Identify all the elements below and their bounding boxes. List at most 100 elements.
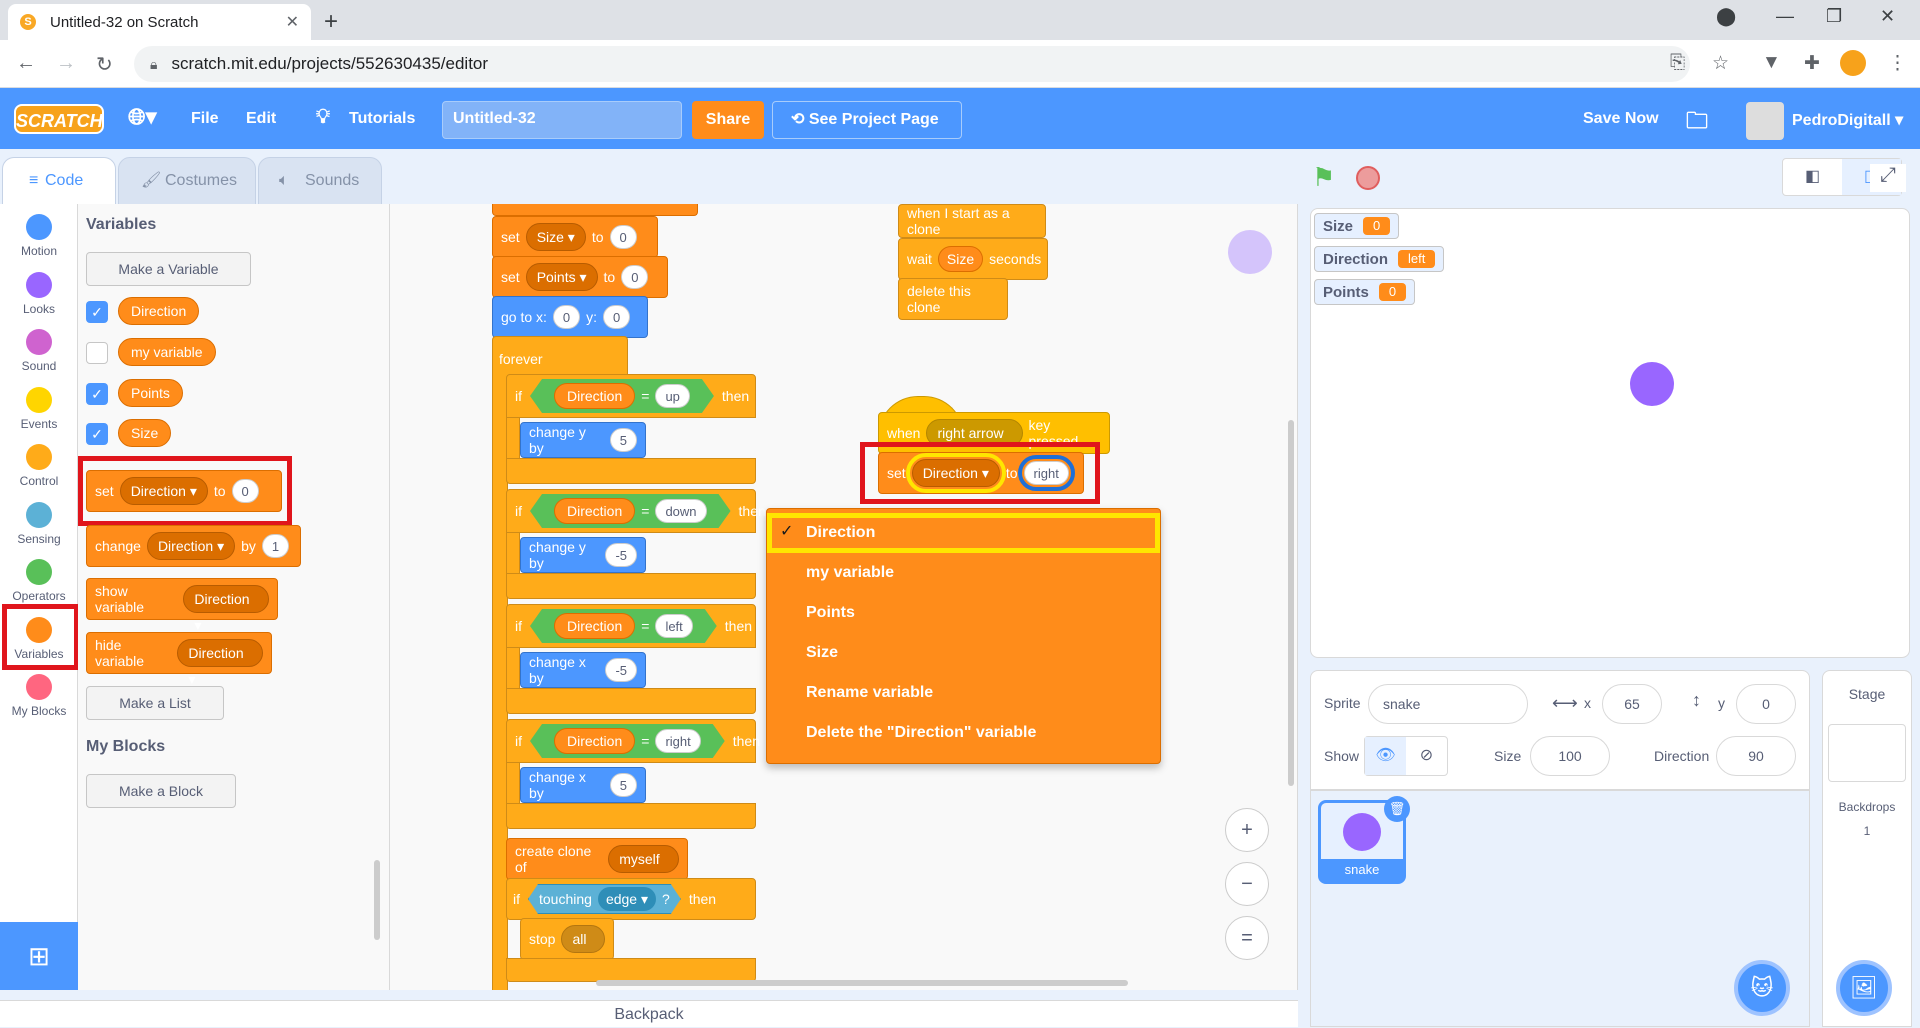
direction-reporter[interactable]: Direction bbox=[554, 498, 635, 524]
reload-icon[interactable]: ↻ bbox=[96, 52, 113, 77]
change-x-block[interactable]: change x by 5 bbox=[520, 767, 646, 803]
save-now-button[interactable]: Save Now bbox=[1583, 110, 1659, 128]
direction-input[interactable]: 90 bbox=[1716, 736, 1796, 776]
browser-tab[interactable]: S Untitled-32 on Scratch ✕ bbox=[8, 4, 311, 40]
category-motion[interactable]: Motion bbox=[0, 214, 78, 258]
account-avatar-icon[interactable] bbox=[1840, 50, 1866, 76]
show-variable-block[interactable]: show variable Direction ▾ bbox=[86, 578, 278, 633]
dropdown-item-3[interactable]: Size bbox=[766, 633, 1161, 673]
monitor-size[interactable]: Size 0 bbox=[1314, 213, 1400, 239]
touching-sensing-block[interactable]: touching edge ▾ ? bbox=[528, 884, 681, 914]
change-variable-block[interactable]: change Direction ▾ by 1 bbox=[86, 525, 301, 567]
tutorials-menu[interactable]: Tutorials bbox=[349, 110, 415, 128]
change-amount-input[interactable]: -5 bbox=[605, 543, 637, 567]
stop-block[interactable]: stop all ▾ bbox=[520, 918, 614, 973]
touching-dropdown[interactable]: edge ▾ bbox=[598, 887, 656, 911]
wait-block[interactable]: wait Size seconds bbox=[898, 238, 1048, 280]
minimize-icon[interactable]: — bbox=[1776, 6, 1794, 27]
restore-icon[interactable]: ❐ bbox=[1826, 6, 1842, 27]
script-top-block-fragment[interactable] bbox=[492, 204, 698, 216]
set-size-value[interactable]: 0 bbox=[609, 225, 637, 249]
compare-value[interactable]: down bbox=[655, 499, 706, 523]
category-my-blocks[interactable]: My Blocks bbox=[0, 674, 78, 718]
change-amount-input[interactable]: 5 bbox=[609, 773, 637, 797]
snake-sprite[interactable] bbox=[1630, 362, 1674, 406]
x-input[interactable]: 65 bbox=[1602, 684, 1662, 724]
equals-operator[interactable]: Direction = up bbox=[530, 379, 714, 413]
checkbox-my-variable[interactable] bbox=[86, 342, 108, 364]
scratch-logo[interactable]: SCRATCH bbox=[14, 104, 104, 134]
category-control[interactable]: Control bbox=[0, 444, 78, 488]
set-points-dropdown[interactable]: Points ▾ bbox=[525, 263, 598, 291]
palette-scrollbar[interactable] bbox=[374, 860, 380, 940]
forever-block[interactable]: forever bbox=[492, 336, 628, 378]
tab-sounds[interactable]: 🔈︎ Sounds bbox=[258, 157, 382, 205]
make-block-button[interactable]: Make a Block bbox=[86, 774, 236, 808]
back-icon[interactable]: ← bbox=[16, 52, 36, 75]
choose-sprite-button[interactable]: 🐱︎ bbox=[1734, 960, 1790, 1016]
set-size-block[interactable]: set Size ▾ to 0 bbox=[492, 216, 658, 258]
small-stage-icon[interactable]: ◧ bbox=[1783, 159, 1842, 195]
reporter-direction[interactable]: Direction bbox=[118, 297, 200, 325]
goto-x-input[interactable]: 0 bbox=[552, 305, 581, 329]
profile-menu-icon[interactable]: ⬤ bbox=[1716, 6, 1736, 27]
equals-operator[interactable]: Direction = left bbox=[530, 609, 717, 643]
hide-eye-icon[interactable]: ⊘ bbox=[1406, 737, 1447, 775]
change-y-block[interactable]: change y by 5 bbox=[520, 422, 646, 458]
change-variable-dropdown[interactable]: Direction ▾ bbox=[146, 532, 236, 560]
y-input[interactable]: 0 bbox=[1736, 684, 1796, 724]
direction-reporter[interactable]: Direction bbox=[554, 728, 635, 754]
sprite-name-input[interactable]: snake bbox=[1368, 684, 1528, 724]
dropdown-item-2[interactable]: Points bbox=[766, 593, 1161, 633]
create-clone-block[interactable]: create clone of myself ▾ bbox=[506, 838, 688, 893]
bookmark-star-icon[interactable]: ☆ bbox=[1712, 52, 1729, 75]
when-start-as-clone-block[interactable]: when I start as a clone bbox=[898, 204, 1046, 238]
forward-icon[interactable]: → bbox=[56, 52, 76, 75]
goto-y-input[interactable]: 0 bbox=[603, 305, 631, 329]
delete-clone-block[interactable]: delete this clone bbox=[898, 278, 1008, 320]
if-left-block[interactable]: if Direction = left then bbox=[506, 604, 756, 648]
if-touching-edge-block[interactable]: if touching edge ▾ ? then bbox=[506, 878, 756, 920]
stage-canvas[interactable] bbox=[1310, 208, 1910, 658]
username-menu[interactable]: PedroDigitall ▾ bbox=[1792, 110, 1903, 130]
share-button[interactable]: Share bbox=[692, 101, 764, 139]
monitor-direction[interactable]: Direction left bbox=[1314, 246, 1445, 272]
hide-variable-dropdown[interactable]: Direction ▾ bbox=[177, 639, 263, 687]
reporter-size[interactable]: Size bbox=[118, 419, 172, 447]
if-up-block[interactable]: if Direction = up then bbox=[506, 374, 756, 418]
show-eye-icon[interactable]: 👁︎ bbox=[1365, 737, 1406, 775]
compare-value[interactable]: up bbox=[655, 384, 689, 408]
user-avatar[interactable] bbox=[1746, 102, 1784, 140]
stop-sign-icon[interactable] bbox=[1356, 166, 1380, 190]
edit-menu[interactable]: Edit bbox=[246, 110, 276, 128]
delete-sprite-icon[interactable]: 🗑︎ bbox=[1384, 796, 1410, 822]
file-menu[interactable]: File bbox=[191, 110, 219, 128]
change-x-block[interactable]: change x by -5 bbox=[520, 652, 646, 688]
project-title-input[interactable]: Untitled-32 bbox=[442, 101, 682, 139]
compare-value[interactable]: left bbox=[655, 614, 692, 638]
hide-variable-block[interactable]: hide variable Direction ▾ bbox=[86, 632, 272, 687]
my-stuff-folder-icon[interactable]: 🗀︎ bbox=[1686, 104, 1708, 142]
translate-icon[interactable]: ⎘ bbox=[1670, 52, 1685, 74]
equals-operator[interactable]: Direction = down bbox=[530, 494, 731, 528]
category-operators[interactable]: Operators bbox=[0, 559, 78, 603]
add-extension-icon[interactable]: ⊞ bbox=[0, 922, 78, 990]
green-flag-icon[interactable]: ⚑ bbox=[1312, 162, 1335, 193]
if-right-block[interactable]: if Direction = right then bbox=[506, 719, 760, 763]
monitor-points[interactable]: Points 0 bbox=[1314, 279, 1416, 305]
zoom-reset-button[interactable]: = bbox=[1225, 916, 1269, 960]
extension-icon[interactable]: ▼ bbox=[1762, 52, 1781, 74]
dropdown-item-4[interactable]: Rename variable bbox=[766, 673, 1161, 713]
make-variable-button[interactable]: Make a Variable bbox=[86, 252, 251, 286]
workspace-vertical-scrollbar[interactable] bbox=[1288, 420, 1294, 786]
change-y-block[interactable]: change y by -5 bbox=[520, 537, 646, 573]
go-to-xy-block[interactable]: go to x: 0 y: 0 bbox=[492, 296, 648, 338]
checkbox-direction[interactable]: ✓ bbox=[86, 301, 108, 323]
size-input[interactable]: 100 bbox=[1530, 736, 1610, 776]
language-globe-icon[interactable]: 🌐︎▾ bbox=[128, 104, 157, 130]
make-list-button[interactable]: Make a List bbox=[86, 686, 224, 720]
stop-dropdown[interactable]: all ▾ bbox=[561, 925, 605, 973]
workspace-horizontal-scrollbar[interactable] bbox=[596, 980, 1128, 986]
direction-reporter[interactable]: Direction bbox=[554, 613, 635, 639]
backpack-panel[interactable]: Backpack bbox=[0, 1000, 1298, 1027]
